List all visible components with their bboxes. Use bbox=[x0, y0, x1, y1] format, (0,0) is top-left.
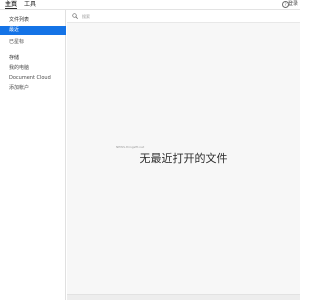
sidebar-heading-storage: 存储 bbox=[9, 55, 20, 61]
sign-in-button[interactable]: 登录 bbox=[288, 0, 298, 9]
top-navigation-bar: 主页 工具 ? 登录 bbox=[0, 0, 300, 10]
search-bar bbox=[67, 10, 300, 23]
bottom-scroll-strip bbox=[67, 294, 300, 300]
tab-tools[interactable]: 工具 bbox=[24, 0, 36, 10]
watermark-text: NEWS.thingsfit.net bbox=[116, 145, 145, 149]
sidebar-item-add-account[interactable]: 添加帐户 bbox=[0, 84, 66, 92]
sidebar-item-starred[interactable]: 已星标 bbox=[0, 38, 66, 46]
sidebar-item-document-cloud[interactable]: Document Cloud bbox=[0, 74, 66, 82]
search-icon[interactable] bbox=[72, 13, 78, 19]
sidebar-item-recent[interactable]: 最近 bbox=[0, 26, 66, 35]
search-input[interactable] bbox=[82, 12, 282, 21]
active-tab-indicator bbox=[5, 8, 17, 9]
sidebar-item-my-computer[interactable]: 我的电脑 bbox=[0, 64, 66, 72]
empty-state-title: 无最近打开的文件 bbox=[139, 152, 228, 165]
main-content: NEWS.thingsfit.net 无最近打开的文件 bbox=[67, 10, 300, 300]
sidebar-heading-file-list: 文件列表 bbox=[9, 17, 30, 23]
sidebar: 文件列表 最近 已星标 存储 我的电脑 Document Cloud 添加帐户 bbox=[0, 10, 66, 300]
